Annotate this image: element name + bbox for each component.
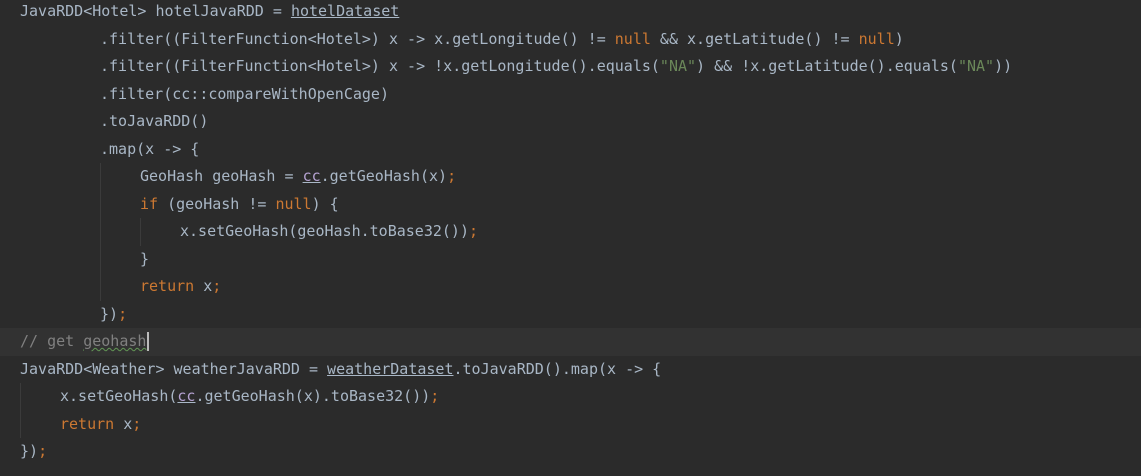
code-token: return bbox=[140, 277, 195, 295]
code-token: }) bbox=[20, 442, 39, 460]
code-token: ; bbox=[118, 304, 128, 323]
code-token: ) && !x.getLatitude().equals( bbox=[696, 57, 958, 75]
code-line[interactable]: .filter((FilterFunction<Hotel>) x -> x.g… bbox=[0, 26, 1141, 54]
indent-guide bbox=[100, 163, 101, 191]
indent-guide bbox=[100, 190, 101, 218]
code-token: .map(x -> { bbox=[100, 139, 200, 158]
code-token: x bbox=[114, 414, 133, 433]
code-token: ) { bbox=[311, 194, 339, 213]
code-token: .getGeoHash(x).toBase32()) bbox=[195, 387, 431, 405]
code-line[interactable]: .map(x -> { bbox=[0, 136, 1141, 164]
code-text: // get geohash bbox=[20, 328, 149, 356]
code-token: ; bbox=[38, 442, 48, 460]
code-token: null bbox=[858, 29, 895, 48]
code-line[interactable]: x.setGeoHash(geoHash.toBase32()); bbox=[0, 218, 1141, 246]
code-token: x.setGeoHash(geoHash.toBase32()) bbox=[180, 222, 469, 240]
code-text: x.setGeoHash(geoHash.toBase32()); bbox=[180, 218, 478, 246]
code-token: cc bbox=[302, 167, 321, 185]
code-text: .filter((FilterFunction<Hotel>) x -> x.g… bbox=[100, 26, 904, 54]
code-text: return x; bbox=[60, 411, 141, 439]
code-line[interactable]: }); bbox=[0, 438, 1141, 466]
indent-guide bbox=[100, 273, 101, 301]
code-text: JavaRDD<Weather> weatherJavaRDD = weathe… bbox=[20, 356, 661, 384]
code-token: .toJavaRDD().map(x -> { bbox=[453, 359, 662, 378]
code-token: .getGeoHash(x) bbox=[320, 167, 448, 185]
code-line[interactable]: .toJavaRDD() bbox=[0, 108, 1141, 136]
code-line[interactable]: JavaRDD<Weather> weatherJavaRDD = weathe… bbox=[0, 356, 1141, 384]
code-token: "NA" bbox=[957, 57, 995, 75]
code-text: } bbox=[140, 246, 149, 274]
code-text: return x; bbox=[140, 273, 221, 301]
indent-guide bbox=[100, 218, 101, 246]
indent-guide bbox=[20, 383, 21, 411]
code-token: GeoHash geoHash = bbox=[140, 167, 303, 185]
code-text: if (geoHash != null) { bbox=[140, 191, 339, 219]
code-token: )) bbox=[994, 57, 1013, 75]
code-token: ; bbox=[132, 414, 142, 433]
code-text: }); bbox=[20, 438, 47, 466]
code-token: JavaRDD<Weather> weatherJavaRDD = bbox=[20, 359, 328, 378]
text-caret bbox=[147, 332, 149, 351]
code-token: ; bbox=[468, 222, 479, 240]
code-token: hotelDataset bbox=[290, 2, 400, 20]
code-token: .filter((FilterFunction<Hotel>) x -> !x.… bbox=[100, 57, 660, 75]
code-token: && x.getLatitude() != bbox=[650, 29, 859, 48]
code-token: if bbox=[140, 194, 159, 213]
code-line[interactable]: return x; bbox=[0, 273, 1141, 301]
code-line[interactable]: GeoHash geoHash = cc.getGeoHash(x); bbox=[0, 163, 1141, 191]
code-token: }) bbox=[100, 304, 119, 323]
code-line[interactable]: } bbox=[0, 245, 1141, 274]
code-text: x.setGeoHash(cc.getGeoHash(x).toBase32()… bbox=[60, 383, 439, 411]
code-text: JavaRDD<Hotel> hotelJavaRDD = hotelDatas… bbox=[20, 0, 399, 26]
code-token: ; bbox=[212, 277, 222, 295]
indent-guide bbox=[140, 218, 141, 246]
code-line[interactable]: .filter((FilterFunction<Hotel>) x -> !x.… bbox=[0, 53, 1141, 81]
code-token: geohash bbox=[83, 332, 147, 350]
code-token: null bbox=[614, 29, 651, 48]
code-text: .toJavaRDD() bbox=[100, 108, 208, 136]
code-token: return bbox=[60, 414, 115, 433]
code-token: null bbox=[275, 194, 312, 213]
code-line[interactable]: .filter(cc::compareWithOpenCage) bbox=[0, 81, 1141, 109]
code-token: ; bbox=[447, 167, 457, 185]
code-token: .filter((FilterFunction<Hotel>) x -> x.g… bbox=[100, 29, 615, 48]
code-line[interactable]: x.setGeoHash(cc.getGeoHash(x).toBase32()… bbox=[0, 383, 1141, 411]
code-text: .filter(cc::compareWithOpenCage) bbox=[100, 81, 389, 109]
code-token: "NA" bbox=[659, 57, 697, 75]
code-line[interactable]: }); bbox=[0, 301, 1141, 329]
code-text: GeoHash geoHash = cc.getGeoHash(x); bbox=[140, 163, 456, 191]
code-token: x bbox=[194, 277, 213, 295]
code-token: // get bbox=[20, 332, 84, 350]
code-line[interactable]: JavaRDD<Hotel> hotelJavaRDD = hotelDatas… bbox=[0, 0, 1141, 26]
code-editor[interactable]: JavaRDD<Hotel> hotelJavaRDD = hotelDatas… bbox=[0, 0, 1141, 476]
code-token: ; bbox=[430, 387, 440, 405]
code-text: .map(x -> { bbox=[100, 136, 199, 164]
code-text: }); bbox=[100, 301, 127, 329]
code-token: JavaRDD<Hotel> hotelJavaRDD = bbox=[20, 2, 291, 20]
code-token: .filter(cc::compareWithOpenCage) bbox=[100, 84, 389, 103]
code-token: .toJavaRDD() bbox=[100, 112, 209, 130]
code-line[interactable]: return x; bbox=[0, 410, 1141, 439]
code-token: cc bbox=[177, 387, 196, 405]
indent-guide bbox=[100, 245, 101, 273]
code-line[interactable]: if (geoHash != null) { bbox=[0, 190, 1141, 219]
code-token: weatherDataset bbox=[327, 359, 454, 378]
code-token: x.setGeoHash( bbox=[60, 387, 178, 405]
code-token: ) bbox=[894, 29, 904, 48]
code-token: } bbox=[140, 249, 150, 268]
code-line[interactable]: // get geohash bbox=[0, 328, 1141, 356]
code-token: (geoHash != bbox=[158, 194, 276, 213]
code-text: .filter((FilterFunction<Hotel>) x -> !x.… bbox=[100, 53, 1012, 81]
indent-guide bbox=[20, 410, 21, 438]
